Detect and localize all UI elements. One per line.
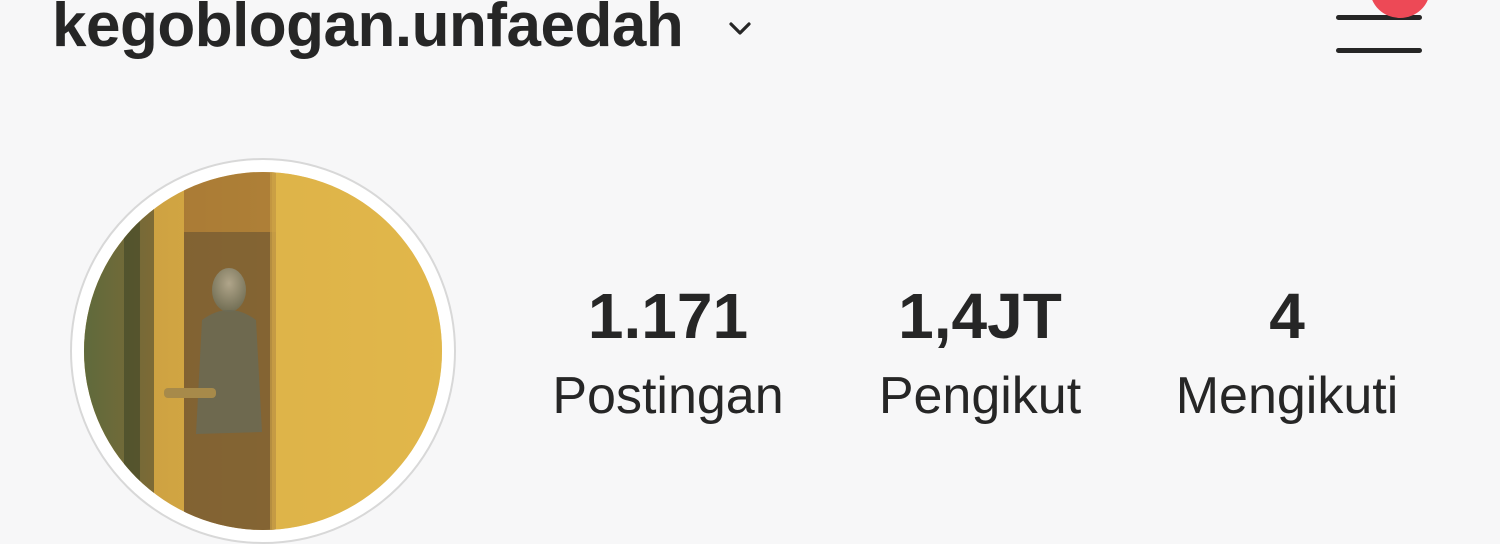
- account-switcher[interactable]: kegoblogan.unfaedah: [52, 0, 751, 66]
- posts-stat[interactable]: 1.171 Postingan: [508, 280, 828, 428]
- following-count: 4: [1269, 280, 1305, 352]
- followers-stat[interactable]: 1,4JT Pengikut: [820, 280, 1140, 428]
- profile-stats: 1.171 Postingan 1,4JT Pengikut 4 Mengiku…: [0, 280, 1500, 440]
- profile-header: kegoblogan.unfaedah: [0, 0, 1500, 80]
- chevron-down-icon: [729, 22, 751, 35]
- followers-label: Pengikut: [878, 367, 1082, 425]
- posts-count: 1.171: [587, 280, 749, 352]
- posts-label: Postingan: [552, 367, 784, 425]
- followers-count: 1,4JT: [898, 280, 1062, 352]
- following-stat[interactable]: 4 Mengikuti: [1127, 280, 1447, 428]
- profile-username: kegoblogan.unfaedah: [52, 0, 684, 60]
- following-label: Mengikuti: [1175, 367, 1399, 425]
